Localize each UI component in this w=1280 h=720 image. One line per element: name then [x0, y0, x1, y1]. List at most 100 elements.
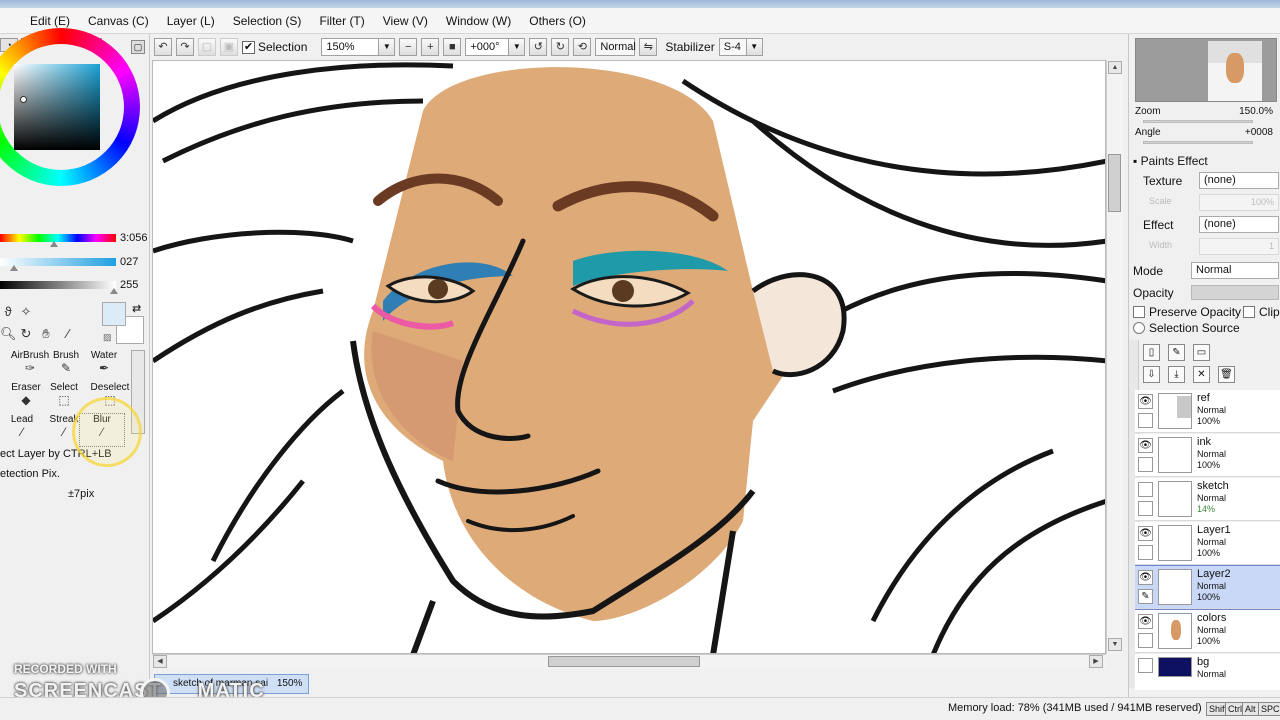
- vertical-scroll-thumb[interactable]: [1108, 154, 1121, 212]
- value-slider-knob[interactable]: [110, 288, 118, 294]
- chevron-down-icon[interactable]: ▼: [509, 38, 526, 56]
- selection-source-option[interactable]: Selection Source: [1133, 321, 1240, 335]
- hue-slider[interactable]: 3:056: [0, 232, 150, 247]
- zoom-in-icon[interactable]: +: [421, 38, 440, 56]
- canvas-vertical-scrollbar[interactable]: ▲ ▼: [1106, 60, 1123, 654]
- menu-selection[interactable]: Selection (S): [224, 10, 311, 32]
- merge-down-icon[interactable]: ⤓: [1168, 366, 1185, 383]
- saturation-slider[interactable]: 027: [0, 256, 150, 271]
- lock-slot-icon[interactable]: [1138, 413, 1153, 428]
- layer-layer2[interactable]: 👁︎ ✎ Layer2 Normal 100%: [1135, 565, 1280, 610]
- zoom-out-icon[interactable]: −: [399, 38, 418, 56]
- selection-checkbox[interactable]: ✔: [242, 40, 255, 54]
- chevron-down-icon[interactable]: ▼: [746, 38, 763, 56]
- new-layer-icon[interactable]: ▯: [1143, 344, 1160, 361]
- swap-colors-icon[interactable]: ⇄: [132, 302, 141, 315]
- panel-close-icon[interactable]: ▢: [131, 40, 145, 54]
- selection-source-radio[interactable]: [1133, 322, 1145, 334]
- eye-icon[interactable]: 👁︎: [1138, 570, 1153, 585]
- menu-window[interactable]: Window (W): [437, 10, 520, 32]
- scroll-up-icon[interactable]: ▲: [1108, 61, 1122, 74]
- texture-dropdown[interactable]: (none): [1199, 172, 1279, 189]
- blend-mode-value[interactable]: Normal: [595, 38, 636, 56]
- opacity-slider[interactable]: [1191, 285, 1279, 300]
- brush-tool-water[interactable]: Water ✒: [82, 350, 126, 382]
- navigator-preview[interactable]: [1135, 38, 1277, 102]
- horizontal-scroll-thumb[interactable]: [548, 656, 700, 667]
- layer-colors[interactable]: 👁︎ colors Normal 100%: [1135, 610, 1280, 653]
- preserve-opacity-checkbox[interactable]: [1133, 306, 1145, 318]
- stabilizer-value[interactable]: S-4: [718, 38, 747, 56]
- lock-slot-icon[interactable]: [1138, 501, 1153, 516]
- drawing-canvas[interactable]: [152, 60, 1106, 654]
- rotate-left-icon[interactable]: ↺: [529, 38, 548, 56]
- clipping-option[interactable]: Clipp: [1243, 305, 1280, 319]
- deselect-icon[interactable]: ▢: [198, 38, 216, 56]
- layer-sketch[interactable]: sketch Normal 14%: [1135, 478, 1280, 521]
- hue-slider-knob[interactable]: [50, 241, 58, 247]
- eye-icon[interactable]: 👁︎: [1138, 614, 1153, 629]
- scroll-down-icon[interactable]: ▼: [1108, 638, 1122, 651]
- rotate-icon[interactable]: ↻: [18, 326, 34, 342]
- rotate-right-icon[interactable]: ↻: [551, 38, 570, 56]
- scroll-right-icon[interactable]: ▶: [1089, 655, 1103, 668]
- clear-layer-icon[interactable]: ✕: [1193, 366, 1210, 383]
- hue-slider-bar[interactable]: [0, 234, 116, 242]
- stabilizer-dropdown[interactable]: S-4 ▼: [718, 38, 763, 56]
- transfer-down-icon[interactable]: ⇩: [1143, 366, 1160, 383]
- zoom-dropdown[interactable]: 150% ▼: [321, 38, 396, 56]
- zoom-reset-icon[interactable]: ■: [443, 38, 462, 56]
- menu-filter[interactable]: Filter (T): [310, 10, 373, 32]
- hand-icon[interactable]: ✋︎: [38, 326, 54, 342]
- selection-toggle[interactable]: ✔ Selection: [242, 40, 307, 54]
- eye-icon[interactable]: 👁︎: [1138, 394, 1153, 409]
- detection-value[interactable]: ±7pix: [0, 484, 150, 504]
- menu-others[interactable]: Others (O): [520, 10, 595, 32]
- color-picker-marker[interactable]: [20, 96, 27, 103]
- eye-hidden-icon[interactable]: [1138, 482, 1153, 497]
- zoom-icon[interactable]: 🔍︎: [0, 326, 17, 342]
- menu-canvas[interactable]: Canvas (C): [79, 10, 158, 32]
- paints-effect-header[interactable]: ▪ Paints Effect: [1133, 152, 1208, 170]
- lock-slot-icon[interactable]: [1138, 545, 1153, 560]
- eye-hidden-icon[interactable]: [1138, 658, 1153, 673]
- value-slider-bar[interactable]: [0, 281, 116, 289]
- transparent-color-icon[interactable]: ▨: [103, 332, 112, 343]
- layer-ink[interactable]: 👁︎ ink Normal 100%: [1135, 434, 1280, 477]
- delete-layer-icon[interactable]: 🗑︎: [1218, 366, 1235, 383]
- lock-slot-icon[interactable]: [1138, 457, 1153, 472]
- eye-icon[interactable]: 👁︎: [1138, 438, 1153, 453]
- effect-dropdown[interactable]: (none): [1199, 216, 1279, 233]
- redo-icon[interactable]: ↷: [176, 38, 194, 56]
- navigator-zoom-row[interactable]: Zoom 150.0%: [1135, 104, 1277, 120]
- navigator-angle-slider[interactable]: [1143, 141, 1253, 144]
- lasso-icon[interactable]: ϑ: [0, 304, 16, 320]
- chevron-down-icon[interactable]: ▼: [379, 38, 396, 56]
- saturation-value-square[interactable]: [14, 64, 100, 150]
- navigator-zoom-slider[interactable]: [1143, 120, 1253, 123]
- pen-icon[interactable]: ✎: [1138, 589, 1153, 604]
- navigator-angle-row[interactable]: Angle +0008: [1135, 125, 1277, 141]
- eyedropper-icon[interactable]: ⁄: [60, 326, 76, 342]
- layer-ref[interactable]: 👁︎ ref Normal 100%: [1135, 390, 1280, 433]
- zoom-value[interactable]: 150%: [321, 38, 380, 56]
- foreground-color-swatch[interactable]: [102, 302, 126, 326]
- preserve-opacity-option[interactable]: Preserve Opacity: [1133, 305, 1241, 319]
- undo-icon[interactable]: ↶: [154, 38, 172, 56]
- brush-tool-lead[interactable]: Lead ⁄: [0, 414, 44, 446]
- invert-selection-icon[interactable]: ▣: [220, 38, 238, 56]
- magic-wand-icon[interactable]: ✧: [18, 304, 34, 320]
- value-slider[interactable]: 255: [0, 279, 150, 294]
- lock-slot-icon[interactable]: [1138, 633, 1153, 648]
- mode-dropdown[interactable]: Normal: [1191, 262, 1279, 279]
- flip-icon[interactable]: ⇋: [639, 38, 658, 56]
- layer-layer1[interactable]: 👁︎ Layer1 Normal 100%: [1135, 522, 1280, 565]
- eye-icon[interactable]: 👁︎: [1138, 526, 1153, 541]
- rotate-reset-icon[interactable]: ⟲: [573, 38, 592, 56]
- menu-layer[interactable]: Layer (L): [158, 10, 224, 32]
- layer-bg[interactable]: bg Normal: [1135, 654, 1280, 690]
- clipping-checkbox[interactable]: [1243, 306, 1255, 318]
- saturation-slider-knob[interactable]: [10, 265, 18, 271]
- new-linework-layer-icon[interactable]: ✎: [1168, 344, 1185, 361]
- menu-view[interactable]: View (V): [374, 10, 437, 32]
